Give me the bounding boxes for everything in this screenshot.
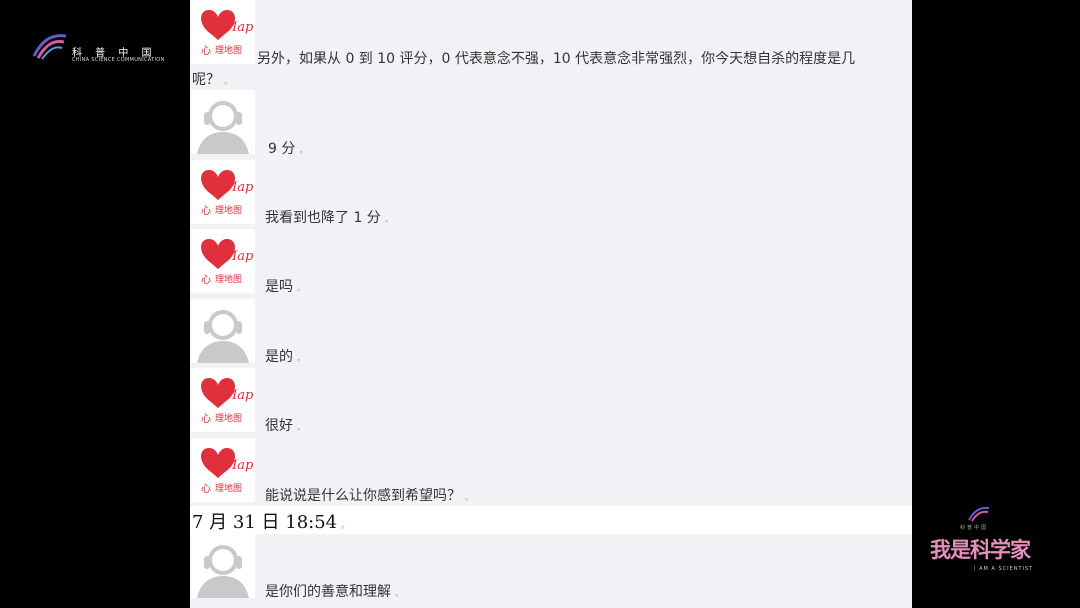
svg-text:Map: Map	[223, 458, 254, 473]
heart-map-logo-icon: Map 心 理地图	[201, 378, 254, 425]
brand-mark-icon	[968, 506, 990, 522]
brand-mark-icon	[32, 34, 67, 60]
user-avatar	[191, 299, 255, 363]
brand-logo-right: 科普中国 我是科学家 I AM A SCIENTIST	[926, 506, 1036, 576]
svg-text:Map: Map	[223, 249, 254, 264]
message-timestamp: 7 月 31 日 18:54。	[192, 512, 351, 533]
svg-text:理地图: 理地图	[215, 482, 242, 494]
message-text: 另外，如果从 0 到 10 评分，0 代表意念不强，10 代表意念非常强烈，你今…	[257, 51, 856, 67]
timestamp-divider: 7 月 31 日 18:54。	[190, 506, 912, 534]
counselor-avatar: Map 心 理地图	[191, 368, 255, 432]
heart-map-logo-icon: Map 心 理地图	[201, 448, 254, 495]
message-text: 9 分。	[268, 141, 309, 157]
svg-text:Map: Map	[223, 180, 254, 195]
brand-name-en: CHINA SCIENCE COMMUNICATION	[72, 57, 165, 63]
heart-map-logo-icon: Map 心 理地图	[201, 170, 254, 217]
svg-text:心: 心	[201, 274, 211, 286]
chat-transcript[interactable]: Map 心 理地图 另外，如果从 0 到 10 评分，0 代表意念不强，10 代…	[190, 0, 912, 608]
user-avatar	[191, 90, 255, 154]
default-user-avatar-icon	[191, 299, 255, 363]
svg-text:Map: Map	[223, 388, 254, 403]
counselor-avatar: Map 心 理地图	[191, 438, 255, 502]
svg-text:心: 心	[201, 45, 211, 57]
default-user-avatar-icon	[191, 534, 255, 598]
message-text: 是你们的善意和理解。	[265, 584, 405, 600]
svg-text:心: 心	[201, 413, 211, 425]
program-title: 我是科学家	[930, 538, 1031, 562]
message-text: 是吗。	[265, 279, 307, 295]
user-avatar	[191, 534, 255, 598]
svg-text:理地图: 理地图	[215, 44, 242, 56]
message-text: 是的。	[265, 349, 307, 365]
program-subtitle: I AM A SCIENTIST	[974, 566, 1034, 572]
brand-name-small: 科普中国	[960, 525, 989, 531]
svg-text:心: 心	[201, 483, 211, 495]
svg-text:理地图: 理地图	[215, 204, 242, 216]
message-text: 我看到也降了 1 分。	[265, 210, 394, 226]
default-user-avatar-icon	[191, 90, 255, 154]
svg-text:理地图: 理地图	[215, 412, 242, 424]
svg-text:Map: Map	[223, 20, 254, 35]
svg-text:心: 心	[201, 205, 211, 217]
message-text: 很好。	[265, 418, 307, 434]
counselor-avatar: Map 心 理地图	[191, 160, 255, 224]
brand-logo-left: 科 普 中 国 CHINA SCIENCE COMMUNICATION	[32, 30, 172, 64]
heart-map-logo-icon: Map 心 理地图	[201, 239, 254, 286]
svg-text:理地图: 理地图	[215, 273, 242, 285]
counselor-avatar: Map 心 理地图	[191, 229, 255, 293]
counselor-avatar: Map 心 理地图	[191, 0, 255, 64]
heart-map-logo-icon: Map 心 理地图	[201, 10, 254, 57]
